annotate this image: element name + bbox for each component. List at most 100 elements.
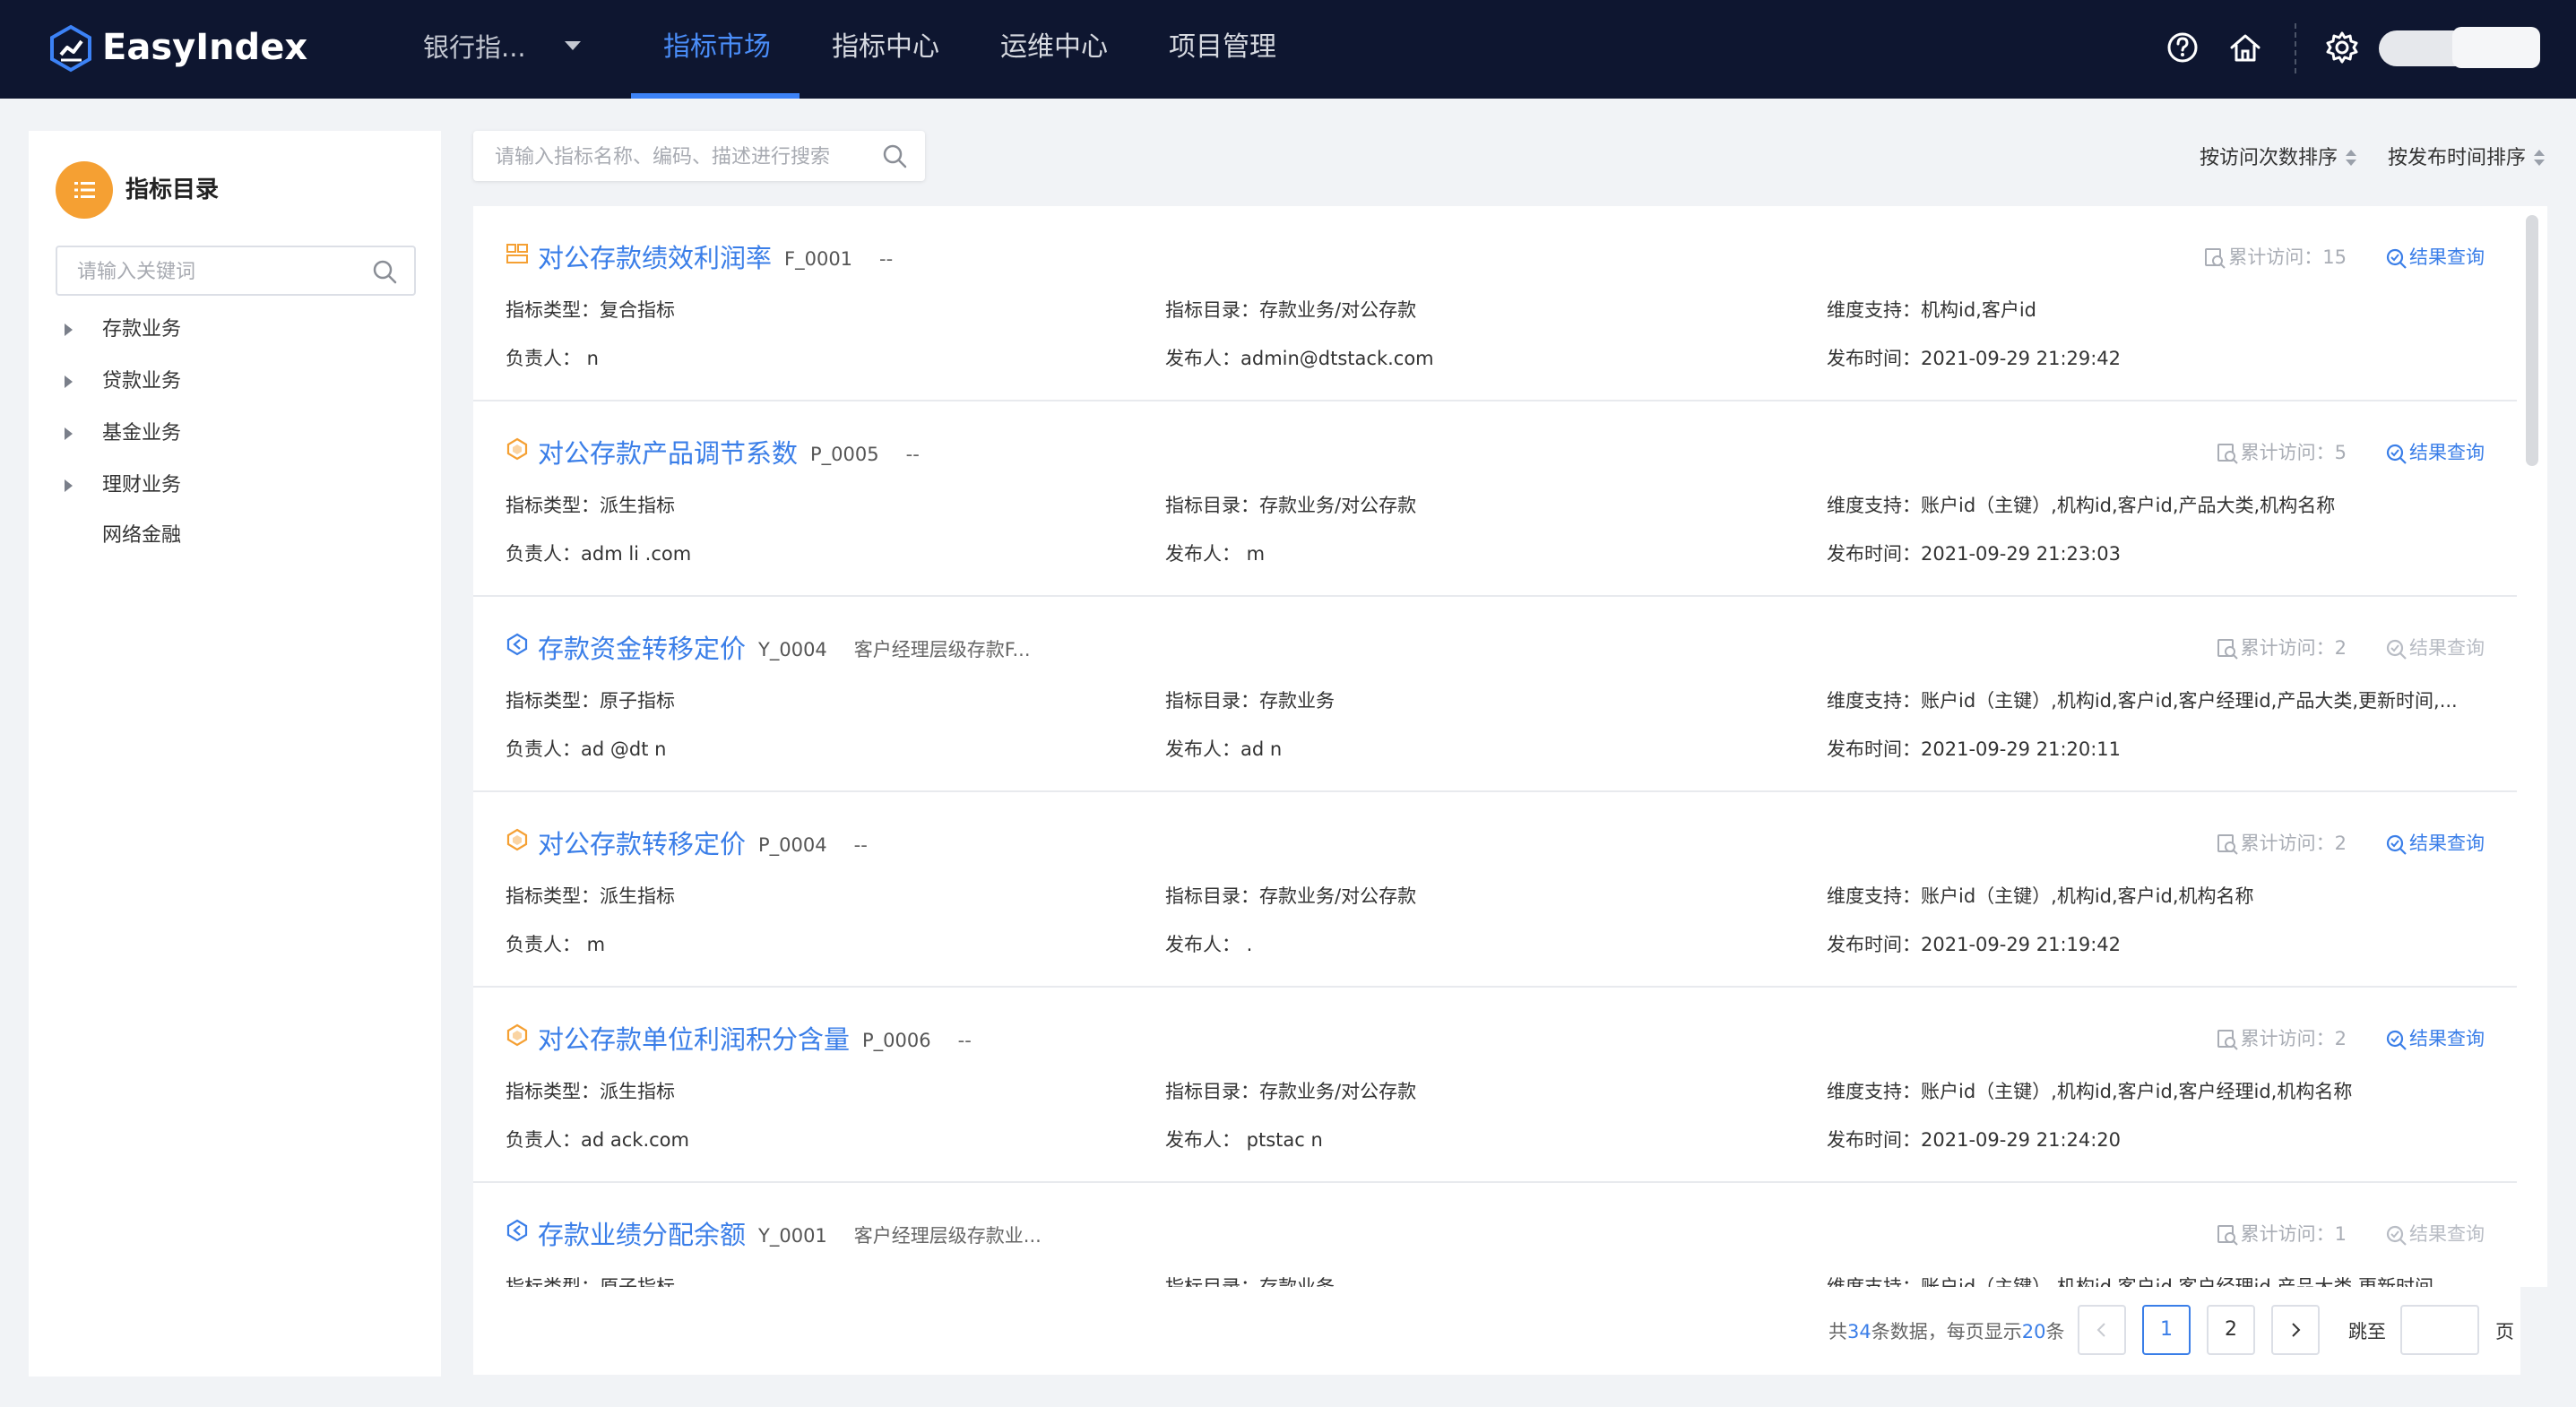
atomic-indicator-icon (506, 1219, 528, 1242)
result-query-link[interactable]: 结果查询 (2384, 828, 2485, 859)
indicator-description: -- (879, 248, 894, 270)
user-name-blurred[interactable] (2452, 27, 2540, 68)
gear-icon[interactable] (2323, 29, 2361, 66)
field-owner-value: ad @dt n (581, 738, 667, 760)
result-query-link[interactable]: 结果查询 (2384, 242, 2485, 272)
visit-count-value: 2 (2334, 833, 2347, 854)
indicator-name-link[interactable]: 对公存款转移定价 (538, 826, 746, 862)
field-publish-time-label: 发布时间： (1827, 348, 1921, 369)
field-dimension-support-label: 维度支持： (1827, 495, 1921, 516)
derived-indicator-icon (506, 1023, 528, 1047)
prev-page-button[interactable] (2078, 1305, 2126, 1355)
field-indicator-type: 指标类型：派生指标 (506, 491, 675, 520)
nav-tab-project-management[interactable]: 项目管理 (1169, 27, 1276, 68)
indicator-code: Y_0004 (758, 639, 827, 660)
field-publish-time-label: 发布时间： (1827, 934, 1921, 955)
keyword-search-box[interactable] (56, 246, 416, 296)
next-page-button[interactable] (2271, 1305, 2320, 1355)
sort-icon[interactable] (2345, 148, 2357, 169)
nav-tab-indicator-center[interactable]: 指标中心 (832, 27, 939, 68)
sort-icon[interactable] (2533, 148, 2546, 169)
field-publish-time: 发布时间：2021-09-29 21:24:20 (1827, 1126, 2121, 1154)
page-button-2[interactable]: 2 (2207, 1305, 2255, 1355)
field-publish-time-label: 发布时间： (1827, 1129, 1921, 1151)
indicator-search-box[interactable] (473, 131, 925, 181)
indicator-name-link[interactable]: 对公存款单位利润积分含量 (538, 1022, 850, 1057)
visit-count-icon (2217, 1030, 2238, 1050)
field-indicator-type-value: 派生指标 (600, 1081, 675, 1102)
home-icon[interactable] (2226, 29, 2264, 66)
field-indicator-type-label: 指标类型： (506, 885, 600, 907)
indicator-name-link[interactable]: 存款业绩分配余额 (538, 1217, 746, 1253)
visit-count-label: 累计访问： (2228, 246, 2323, 268)
field-publisher-value: ptstac n (1240, 1129, 1323, 1151)
field-publish-time-value: 2021-09-29 21:24:20 (1921, 1129, 2122, 1151)
visit-count: 累计访问：2 (2216, 633, 2347, 663)
help-icon[interactable] (2164, 29, 2201, 66)
tree-item-online-finance[interactable]: 网络金融 (65, 518, 405, 554)
nav-tab-indicator-market[interactable]: 指标市场 (663, 27, 771, 68)
total-count: 34 (1847, 1321, 1871, 1342)
result-query-icon (2386, 639, 2407, 660)
tree-item-loan[interactable]: 贷款业务 (65, 364, 405, 400)
result-query-icon (2386, 248, 2407, 269)
keyword-input[interactable] (75, 255, 366, 289)
field-publisher-value: ad n (1240, 738, 1283, 760)
field-owner-label: 负责人： (506, 543, 581, 565)
indicator-name-link[interactable]: 对公存款绩效利润率 (538, 240, 772, 276)
indicator-card: 对公存款绩效利润率 F_0001 -- 累计访问：15 结果查询 指标类型：复合指标 指标目… (473, 206, 2517, 401)
tree-item-deposit[interactable]: 存款业务 (65, 312, 405, 348)
result-query-icon (2386, 1225, 2407, 1246)
composite-indicator-icon (506, 244, 528, 263)
search-icon[interactable] (371, 258, 398, 285)
search-icon[interactable] (880, 142, 909, 170)
sort-by-publish-time-button[interactable]: 按发布时间排序 (2388, 143, 2546, 174)
result-query-link[interactable]: 结果查询 (2384, 1023, 2485, 1054)
field-publisher-value: admin@dtstack.com (1240, 348, 1434, 369)
field-publish-time-value: 2021-09-29 21:19:42 (1921, 934, 2122, 955)
field-owner: 负责人：adm li .com (506, 539, 691, 568)
chevron-down-icon[interactable] (565, 41, 581, 50)
visit-count: 累计访问：15 (2203, 242, 2347, 272)
indicator-name-link[interactable]: 存款资金转移定价 (538, 631, 746, 667)
nav-tab-ops-center[interactable]: 运维中心 (1000, 27, 1108, 68)
indicator-code: F_0001 (784, 248, 853, 270)
field-indicator-type: 指标类型：派生指标 (506, 1077, 675, 1106)
caret-right-icon[interactable] (65, 324, 73, 336)
total-mid-text: 条数据，每页显示 (1871, 1321, 2022, 1342)
field-owner: 负责人：ad ack.com (506, 1126, 689, 1154)
active-tab-underline (631, 93, 800, 99)
caret-right-icon[interactable] (65, 427, 73, 440)
field-publisher-value: m (1240, 543, 1266, 565)
caret-right-icon[interactable] (65, 375, 73, 388)
tree-item-fund[interactable]: 基金业务 (65, 416, 405, 452)
indicator-name-link[interactable]: 对公存款产品调节系数 (538, 436, 798, 471)
sort-by-visits-button[interactable]: 按访问次数排序 (2200, 143, 2357, 174)
result-query-link[interactable]: 结果查询 (2384, 437, 2485, 468)
field-indicator-type: 指标类型：原子指标 (506, 686, 675, 715)
jump-page-field[interactable] (2400, 1305, 2479, 1355)
field-dimension-support-label: 维度支持： (1827, 299, 1921, 321)
scrollbar-thumb[interactable] (2526, 215, 2538, 466)
catalog-title: 指标目录 (125, 177, 220, 203)
field-dimension-support: 维度支持：账户id（主键）,机构id,客户id,机构名称 (1827, 882, 2254, 911)
indicator-card: 对公存款转移定价 P_0004 -- 累计访问：2 结果查询 指标类型：派生指标 指标目录：… (473, 792, 2517, 988)
result-query-label: 结果查询 (2409, 1223, 2485, 1245)
indicator-description: 客户经理层级存款业... (853, 1225, 1042, 1247)
tree-item-label: 基金业务 (102, 422, 182, 445)
visit-count-value: 1 (2334, 1223, 2347, 1245)
result-query-icon (2386, 834, 2407, 855)
field-indicator-catalog: 指标目录：存款业务/对公存款 (1165, 491, 1416, 520)
tree-item-wealth[interactable]: 理财业务 (65, 468, 405, 504)
field-indicator-catalog: 指标目录：存款业务 (1165, 1273, 1335, 1287)
result-query-label: 结果查询 (2409, 637, 2485, 659)
bank-select-dropdown[interactable]: 银行指... (423, 27, 526, 68)
page-button-1[interactable]: 1 (2142, 1305, 2191, 1355)
page-unit-label: 页 (2495, 1321, 2514, 1342)
caret-right-icon[interactable] (65, 479, 73, 492)
field-indicator-catalog-label: 指标目录： (1165, 885, 1259, 907)
field-indicator-type-value: 原子指标 (600, 690, 675, 712)
indicator-search-input[interactable] (493, 140, 873, 174)
field-dimension-support-value: 账户id（主键）,机构id,客户id,客户经理id,产品大类,更新时间 (1921, 1276, 2434, 1287)
jump-page-input[interactable] (2413, 1312, 2470, 1350)
